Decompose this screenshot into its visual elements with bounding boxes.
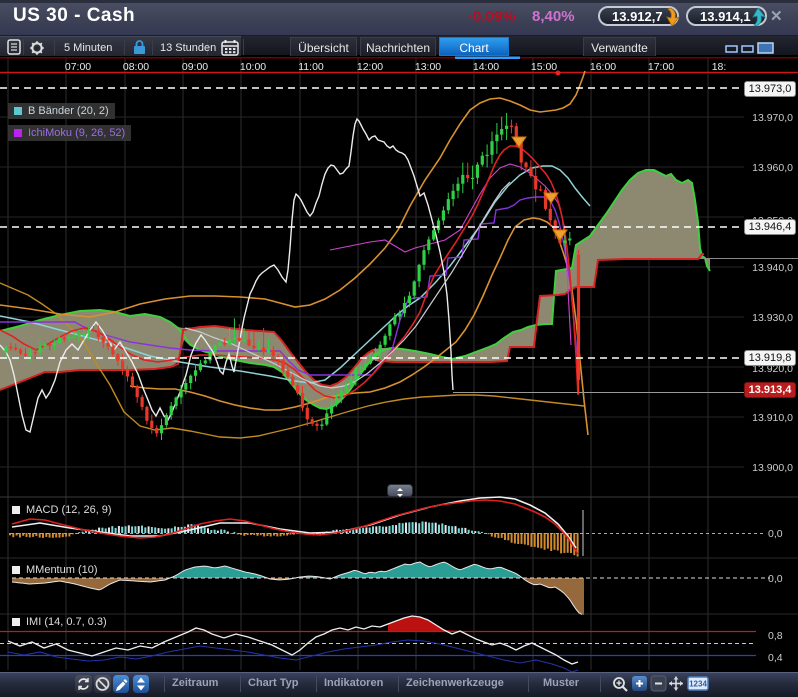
svg-text:14:00: 14:00	[473, 61, 499, 73]
svg-text:13.900,0: 13.900,0	[752, 462, 793, 474]
svg-text:13:00: 13:00	[415, 61, 441, 73]
svg-text:12:00: 12:00	[357, 61, 383, 73]
svg-text:15:00: 15:00	[531, 61, 557, 73]
svg-text:11:00: 11:00	[298, 61, 324, 73]
svg-text:1234: 1234	[689, 680, 707, 689]
svg-text:13.960,0: 13.960,0	[752, 162, 793, 174]
svg-text:17:00: 17:00	[648, 61, 674, 73]
svg-text:13.910,0: 13.910,0	[752, 412, 793, 424]
svg-text:16:00: 16:00	[590, 61, 616, 73]
svg-text:10:00: 10:00	[240, 61, 266, 73]
svg-text:18:: 18:	[712, 61, 727, 73]
svg-text:07:00: 07:00	[65, 61, 91, 73]
svg-text:13.970,0: 13.970,0	[752, 112, 793, 124]
svg-text:13.940,0: 13.940,0	[752, 262, 793, 274]
svg-text:08:00: 08:00	[123, 61, 149, 73]
svg-text:13.930,0: 13.930,0	[752, 312, 793, 324]
svg-text:09:00: 09:00	[182, 61, 208, 73]
